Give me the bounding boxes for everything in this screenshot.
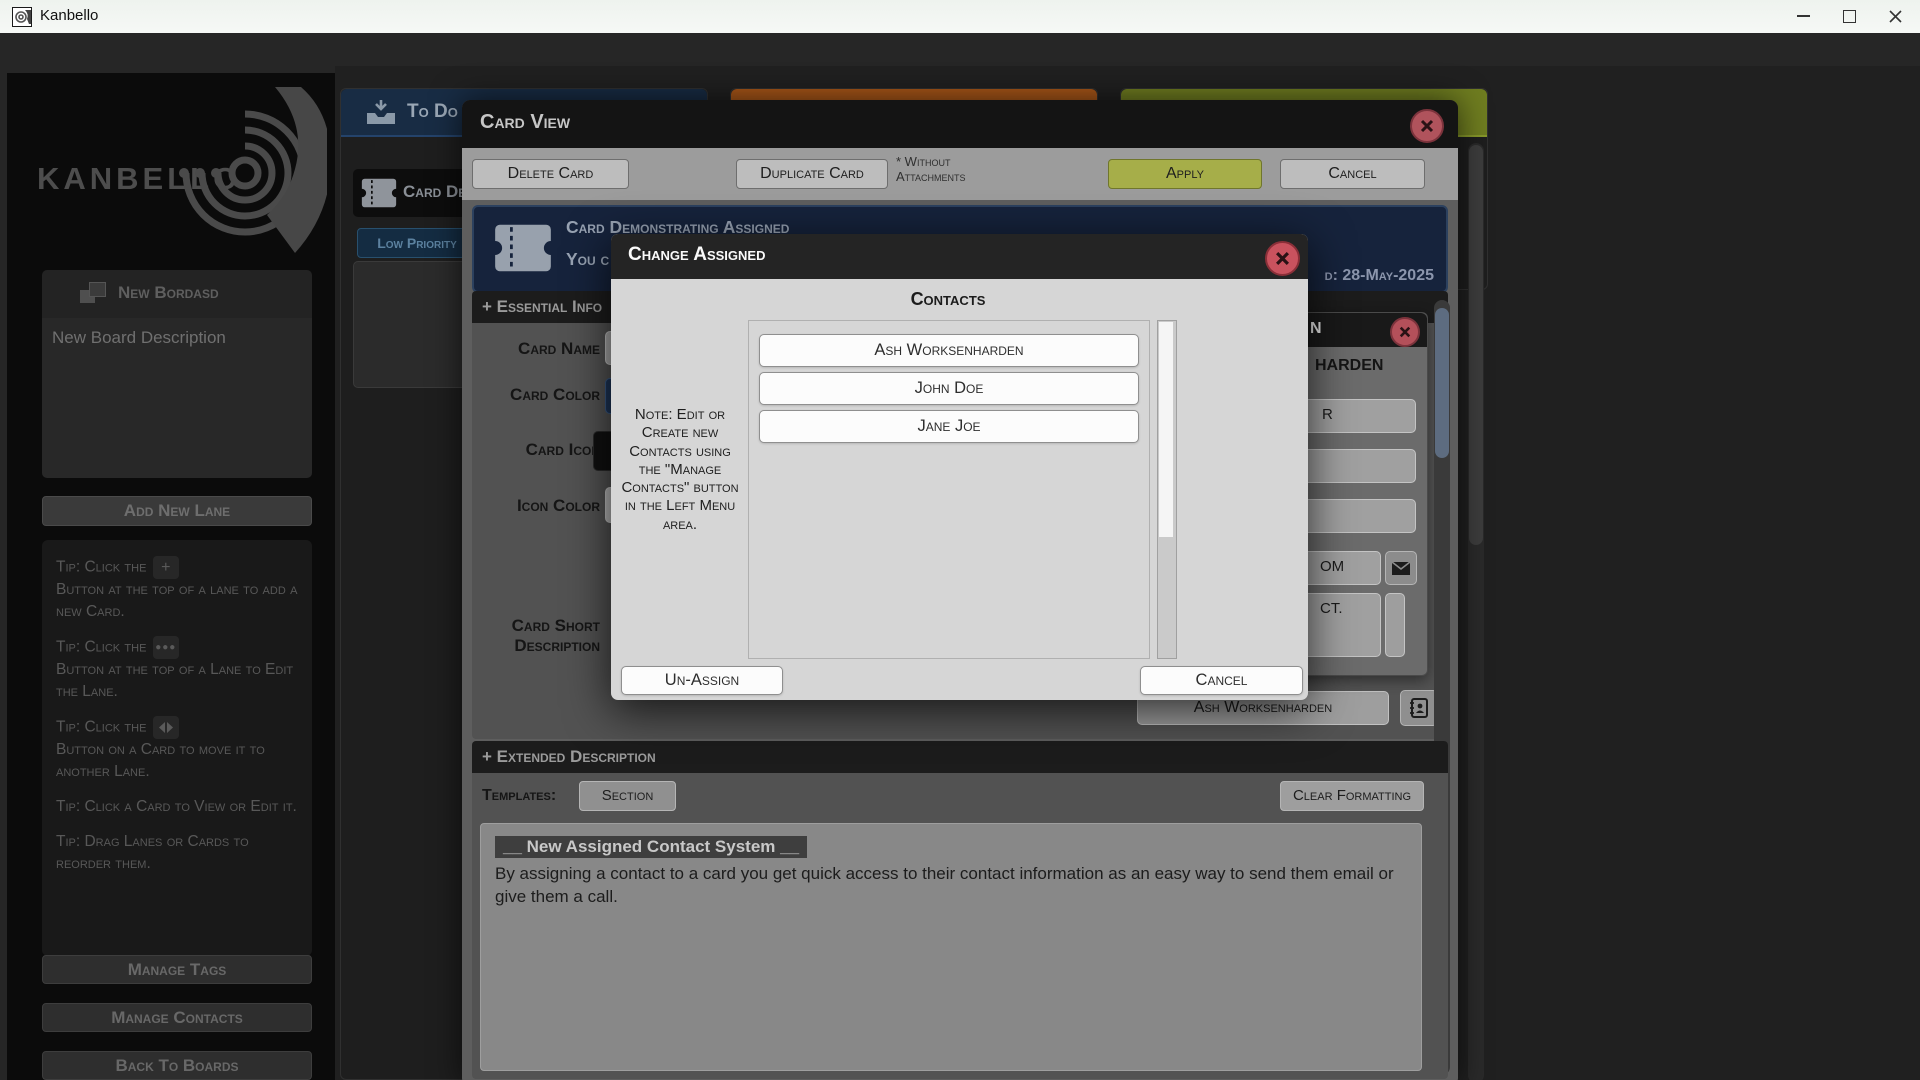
board-name: New Bordasd xyxy=(118,283,219,303)
extended-description-editor[interactable]: __ New Assigned Contact System __ By ass… xyxy=(480,823,1422,1071)
assigned-contact-picker-button[interactable] xyxy=(1400,690,1438,726)
change-assigned-cancel-button[interactable]: Cancel xyxy=(1140,666,1303,695)
window-titlebar: Kanbello xyxy=(0,0,1920,34)
ticket-icon xyxy=(361,178,397,208)
delete-card-button[interactable]: Delete Card xyxy=(472,159,629,189)
tip-view-card: Tip: Click a Card to View or Edit it. xyxy=(56,796,298,818)
add-new-lane-button[interactable]: Add New Lane xyxy=(42,496,312,526)
close-icon xyxy=(1889,10,1902,23)
manage-contacts-button[interactable]: Manage Contacts xyxy=(42,1003,312,1032)
contact-address-scrollbar[interactable] xyxy=(1385,593,1405,657)
maximize-button[interactable] xyxy=(1826,0,1872,32)
change-assigned-header: Change Assigned xyxy=(611,234,1308,279)
plus-icon: + xyxy=(153,556,179,579)
tip-edit-lane: Tip: Click the ●●● Button at the top of … xyxy=(56,636,298,703)
change-assigned-dialog: Change Assigned Contacts Ash Worksenhard… xyxy=(611,234,1308,700)
minimize-button[interactable] xyxy=(1780,0,1826,32)
card-view-header: Card View xyxy=(462,100,1458,148)
manage-tags-button[interactable]: Manage Tags xyxy=(42,955,312,984)
section-template-button[interactable]: Section xyxy=(579,781,676,811)
envelope-icon xyxy=(1391,561,1411,576)
contact-book-icon xyxy=(1408,697,1430,719)
contact-option-john[interactable]: John Doe xyxy=(759,372,1139,405)
sidebar: KANBELLO New Bordasd xyxy=(7,73,335,1080)
maximize-icon xyxy=(1843,10,1856,23)
extended-description-header[interactable]: + Extended Description xyxy=(472,741,1448,773)
contacts-list-header: Contacts xyxy=(748,289,1148,310)
current-board-button[interactable]: New Bordasd xyxy=(42,270,312,318)
card-view-close-button[interactable] xyxy=(1410,109,1444,143)
contact-field-1-value: R xyxy=(1322,406,1333,423)
inbox-icon xyxy=(365,99,397,126)
contact-option-jane[interactable]: Jane Joe xyxy=(759,410,1139,443)
tip-move-card: Tip: Click the Button on a Card to move … xyxy=(56,716,298,783)
contact-name-text: HARDEN xyxy=(1315,357,1383,375)
description-section-heading: __ New Assigned Contact System __ xyxy=(495,836,807,858)
change-assigned-close-button[interactable] xyxy=(1265,241,1300,276)
contacts-note: Note: Edit or Create new Contacts using … xyxy=(617,406,743,534)
contacts-list: Ash Worksenharden John Doe Jane Joe xyxy=(748,320,1150,659)
without-attachments-note: * Without Attachments xyxy=(896,154,1001,185)
contact-email-value: OM xyxy=(1320,558,1344,575)
card-preview-date: d: 28-May-2025 xyxy=(1325,267,1434,285)
close-window-button[interactable] xyxy=(1872,0,1918,32)
lane-todo-label: To Do xyxy=(407,101,458,123)
tips-panel: Tip: Click the + Button at the top of a … xyxy=(42,540,312,956)
contact-address-value: CT. xyxy=(1320,600,1343,617)
move-icon xyxy=(153,716,179,739)
send-email-button[interactable] xyxy=(1385,551,1417,585)
icon-color-label: Icon Color xyxy=(472,496,600,516)
description-body-text: By assigning a contact to a card you get… xyxy=(495,863,1400,909)
board-description-text: New Board Description xyxy=(52,328,226,347)
change-assigned-title: Change Assigned xyxy=(628,244,765,266)
card-view-title: Card View xyxy=(480,111,570,134)
tip-add-card: Tip: Click the + Button at the top of a … xyxy=(56,556,298,623)
templates-label: Templates: xyxy=(482,787,556,805)
card-view-scrollbar-thumb[interactable] xyxy=(1435,308,1449,458)
close-icon xyxy=(1399,326,1411,338)
minimize-icon xyxy=(1797,15,1810,17)
app-window: Kanbello To Do xyxy=(0,0,1920,1080)
app-logo-head-icon xyxy=(157,81,327,261)
apply-button[interactable]: Apply xyxy=(1108,159,1262,189)
window-title: Kanbello xyxy=(40,7,98,24)
contacts-scrollbar[interactable] xyxy=(1157,320,1177,659)
duplicate-card-button[interactable]: Duplicate Card xyxy=(736,159,888,189)
board-description-box[interactable]: New Board Description xyxy=(42,318,312,478)
card-color-label: Card Color xyxy=(472,385,600,405)
un-assign-button[interactable]: Un-Assign xyxy=(621,666,783,695)
close-icon xyxy=(1420,119,1434,133)
window-content: To Do Card De Low Priority xyxy=(0,33,1920,1080)
card-short-description-label: Card Short Description xyxy=(472,616,600,655)
card-preview-subtitle: You c xyxy=(566,249,609,270)
app-icon xyxy=(12,7,32,27)
board-card-title: Card De xyxy=(403,182,466,202)
tip-drag: Tip: Drag Lanes or Cards to reorder them… xyxy=(56,831,298,875)
contact-option-ash[interactable]: Ash Worksenharden xyxy=(759,334,1139,367)
card-view-cancel-button[interactable]: Cancel xyxy=(1280,159,1425,189)
back-to-boards-button[interactable]: Back To Boards xyxy=(42,1051,312,1080)
board-scrollbar[interactable] xyxy=(1468,143,1484,1080)
card-tag-low-priority: Low Priority xyxy=(357,228,477,258)
close-icon xyxy=(1275,251,1290,266)
extended-description-section: + Extended Description Templates: Sectio… xyxy=(472,741,1448,1079)
card-name-label: Card Name xyxy=(472,339,600,359)
boards-icon xyxy=(80,282,106,306)
card-icon-label: Card Icon xyxy=(472,440,600,460)
ticket-icon xyxy=(494,223,552,273)
contacts-scrollbar-thumb[interactable] xyxy=(1159,322,1173,537)
contact-details-title: N xyxy=(1310,320,1322,338)
contact-details-close-button[interactable] xyxy=(1390,317,1420,347)
ellipsis-icon: ●●● xyxy=(153,636,179,659)
board-scrollbar-thumb[interactable] xyxy=(1469,145,1483,545)
clear-formatting-button[interactable]: Clear Formatting xyxy=(1280,781,1424,811)
card-view-toolbar: Delete Card Duplicate Card * Without Att… xyxy=(462,148,1458,200)
